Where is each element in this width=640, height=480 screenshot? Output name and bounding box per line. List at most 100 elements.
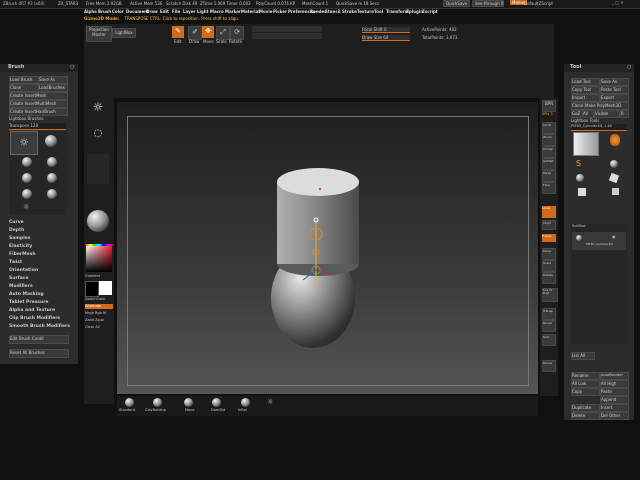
- alpha-dots-icon[interactable]: ◌: [87, 128, 109, 150]
- window-controls[interactable]: _ □ ✕: [612, 0, 624, 5]
- quick-brush-claybuildup[interactable]: [153, 398, 162, 407]
- projection-master-button[interactable]: Projection Master: [86, 26, 112, 42]
- menu-texture[interactable]: Texture: [357, 9, 374, 14]
- lsym-button[interactable]: LSym: [542, 220, 556, 230]
- cylinder3d-thumb[interactable]: [576, 174, 584, 182]
- menu-edit[interactable]: Edit: [160, 9, 169, 14]
- goz-visible-button[interactable]: Visible: [594, 110, 620, 118]
- menu-macro[interactable]: Macro: [210, 9, 224, 14]
- quick-brush-move[interactable]: [184, 398, 193, 407]
- make-polymesh-button[interactable]: Make PolyMesh3D: [584, 102, 629, 110]
- tool-panel-close-icon[interactable]: ○: [627, 64, 631, 70]
- lightbox-button[interactable]: LightBox: [112, 28, 136, 38]
- hue-strip[interactable]: [85, 244, 113, 246]
- menu-file[interactable]: File: [172, 9, 180, 14]
- menu-alpha[interactable]: Alpha: [84, 9, 97, 14]
- move-button[interactable]: ✥: [202, 26, 214, 38]
- all-low-button[interactable]: All Low: [571, 380, 600, 388]
- quick-brush-damstd[interactable]: [212, 398, 221, 407]
- zadd-toggles[interactable]: [252, 33, 322, 39]
- draw-size-slider[interactable]: Draw Size 64: [362, 35, 410, 41]
- spix-button[interactable]: SPix 3: [542, 112, 556, 117]
- section-orientation[interactable]: Orientation: [9, 268, 69, 276]
- stroke-dots-icon[interactable]: ☼: [87, 100, 109, 122]
- texture-slot[interactable]: [87, 154, 109, 184]
- menu-color[interactable]: Color: [112, 9, 124, 14]
- menu-draw[interactable]: Draw: [146, 9, 158, 14]
- alternate-button[interactable]: Alternate: [85, 304, 113, 309]
- model-render[interactable]: [117, 102, 538, 394]
- xpose-button[interactable]: Xpose: [542, 360, 556, 372]
- brush-thumb-standard[interactable]: [45, 135, 57, 147]
- scale-button[interactable]: ⤢: [216, 26, 230, 40]
- secondary-color-swatch[interactable]: [99, 281, 112, 295]
- polymesh-thumb[interactable]: [578, 188, 586, 196]
- menu-tool[interactable]: Tool: [374, 9, 383, 14]
- brush-thumb-clay[interactable]: [22, 157, 32, 167]
- menu-light[interactable]: Light: [197, 9, 209, 14]
- default-zscript-button[interactable]: DefaultZScript: [524, 1, 553, 6]
- sphere3d-thumb[interactable]: [610, 160, 618, 168]
- create-insertmesh-button[interactable]: Create InsertMesh: [9, 92, 68, 100]
- aahalf-button[interactable]: AAHalf: [542, 158, 556, 170]
- cube-thumb-2[interactable]: [612, 188, 619, 195]
- insert-button[interactable]: Insert: [600, 404, 629, 412]
- quicksave-button[interactable]: QuickSave: [443, 0, 471, 7]
- section-samples[interactable]: Samples: [9, 236, 69, 244]
- scale-view-button[interactable]: Scale: [542, 260, 556, 272]
- section-elasticity[interactable]: Elasticity: [9, 244, 69, 252]
- goz-all-button[interactable]: All: [582, 110, 594, 118]
- load-brushes-button[interactable]: LoadBrushes: [38, 84, 68, 92]
- brush-thumb-pinch[interactable]: [47, 189, 57, 199]
- all-high-button[interactable]: All High: [600, 380, 629, 388]
- menu-brush[interactable]: Brush: [98, 9, 111, 14]
- zoom-button[interactable]: Zoom: [542, 134, 556, 146]
- transpose-brush-thumb[interactable]: ☼: [10, 131, 38, 155]
- brush-panel-header[interactable]: Brush ○: [0, 64, 78, 72]
- create-insertmultimesh-button[interactable]: Create InsertMultiMesh: [9, 100, 68, 108]
- save-as-brush-button[interactable]: Save As: [38, 76, 68, 84]
- menu-marker[interactable]: Marker: [225, 9, 241, 14]
- frame-button[interactable]: Frame: [542, 234, 556, 242]
- import-button[interactable]: Import: [571, 94, 600, 102]
- edit-brush-credit-button[interactable]: Edit Brush Credit: [9, 335, 69, 344]
- load-brush-button[interactable]: Load Brush: [9, 76, 39, 84]
- main-color-swatch[interactable]: [85, 281, 99, 297]
- section-modifiers[interactable]: Modifiers: [9, 284, 69, 292]
- cylinder-thumb-small[interactable]: S: [576, 160, 584, 168]
- menu-movie[interactable]: Movie: [259, 9, 272, 14]
- see-through-slider[interactable]: See-through 0: [472, 0, 504, 7]
- gradient-label[interactable]: Gradient: [85, 274, 100, 279]
- copy-subtool-button[interactable]: Copy: [571, 388, 600, 396]
- subtool-label[interactable]: SubTool: [572, 224, 585, 229]
- zadd-button[interactable]: Zadd Zsub: [85, 318, 104, 323]
- current-tool-slider[interactable]: PM3D_Cylinder3D_1 48: [571, 124, 627, 131]
- section-smooth-brush[interactable]: Smooth Brush Modifiers: [9, 324, 70, 332]
- ghost-button[interactable]: Ghost: [542, 320, 556, 332]
- section-alpha-texture[interactable]: Alpha and Texture: [9, 308, 69, 316]
- append-button[interactable]: Append: [600, 396, 629, 404]
- brush-thumb-damstd[interactable]: [22, 173, 32, 183]
- section-auto-masking[interactable]: Auto Masking: [9, 292, 69, 300]
- brush-thumb-move[interactable]: [47, 157, 57, 167]
- rename-button[interactable]: Rename: [571, 372, 600, 380]
- brush-thumb-polish[interactable]: [22, 189, 32, 199]
- menu-stencil[interactable]: Stencil: [325, 9, 340, 14]
- brush-thumb-inflat[interactable]: [47, 173, 57, 183]
- solo-button[interactable]: Solo: [542, 334, 556, 346]
- tool-panel-header[interactable]: Tool ○: [564, 64, 634, 72]
- goz-r-button[interactable]: R: [620, 110, 629, 118]
- current-tool-thumb[interactable]: [573, 132, 599, 156]
- clone-tool-button[interactable]: Clone: [571, 102, 585, 110]
- floor-button[interactable]: Floor: [542, 182, 556, 194]
- section-fibermesh[interactable]: FiberMesh: [9, 252, 69, 260]
- panel-close-icon[interactable]: ○: [70, 64, 74, 70]
- polyf-button[interactable]: Line Fill PolyF: [542, 288, 558, 302]
- focal-shift-slider[interactable]: Focal Shift 0: [362, 27, 410, 33]
- section-tablet-pressure[interactable]: Tablet Pressure: [9, 300, 69, 308]
- scroll-button[interactable]: Scroll: [542, 122, 556, 134]
- quick-brush-polish[interactable]: ☼: [267, 398, 276, 407]
- menu-picker[interactable]: Picker: [273, 9, 287, 14]
- menu-zscript[interactable]: Zscript: [422, 9, 438, 14]
- cube3d-thumb[interactable]: [608, 172, 620, 184]
